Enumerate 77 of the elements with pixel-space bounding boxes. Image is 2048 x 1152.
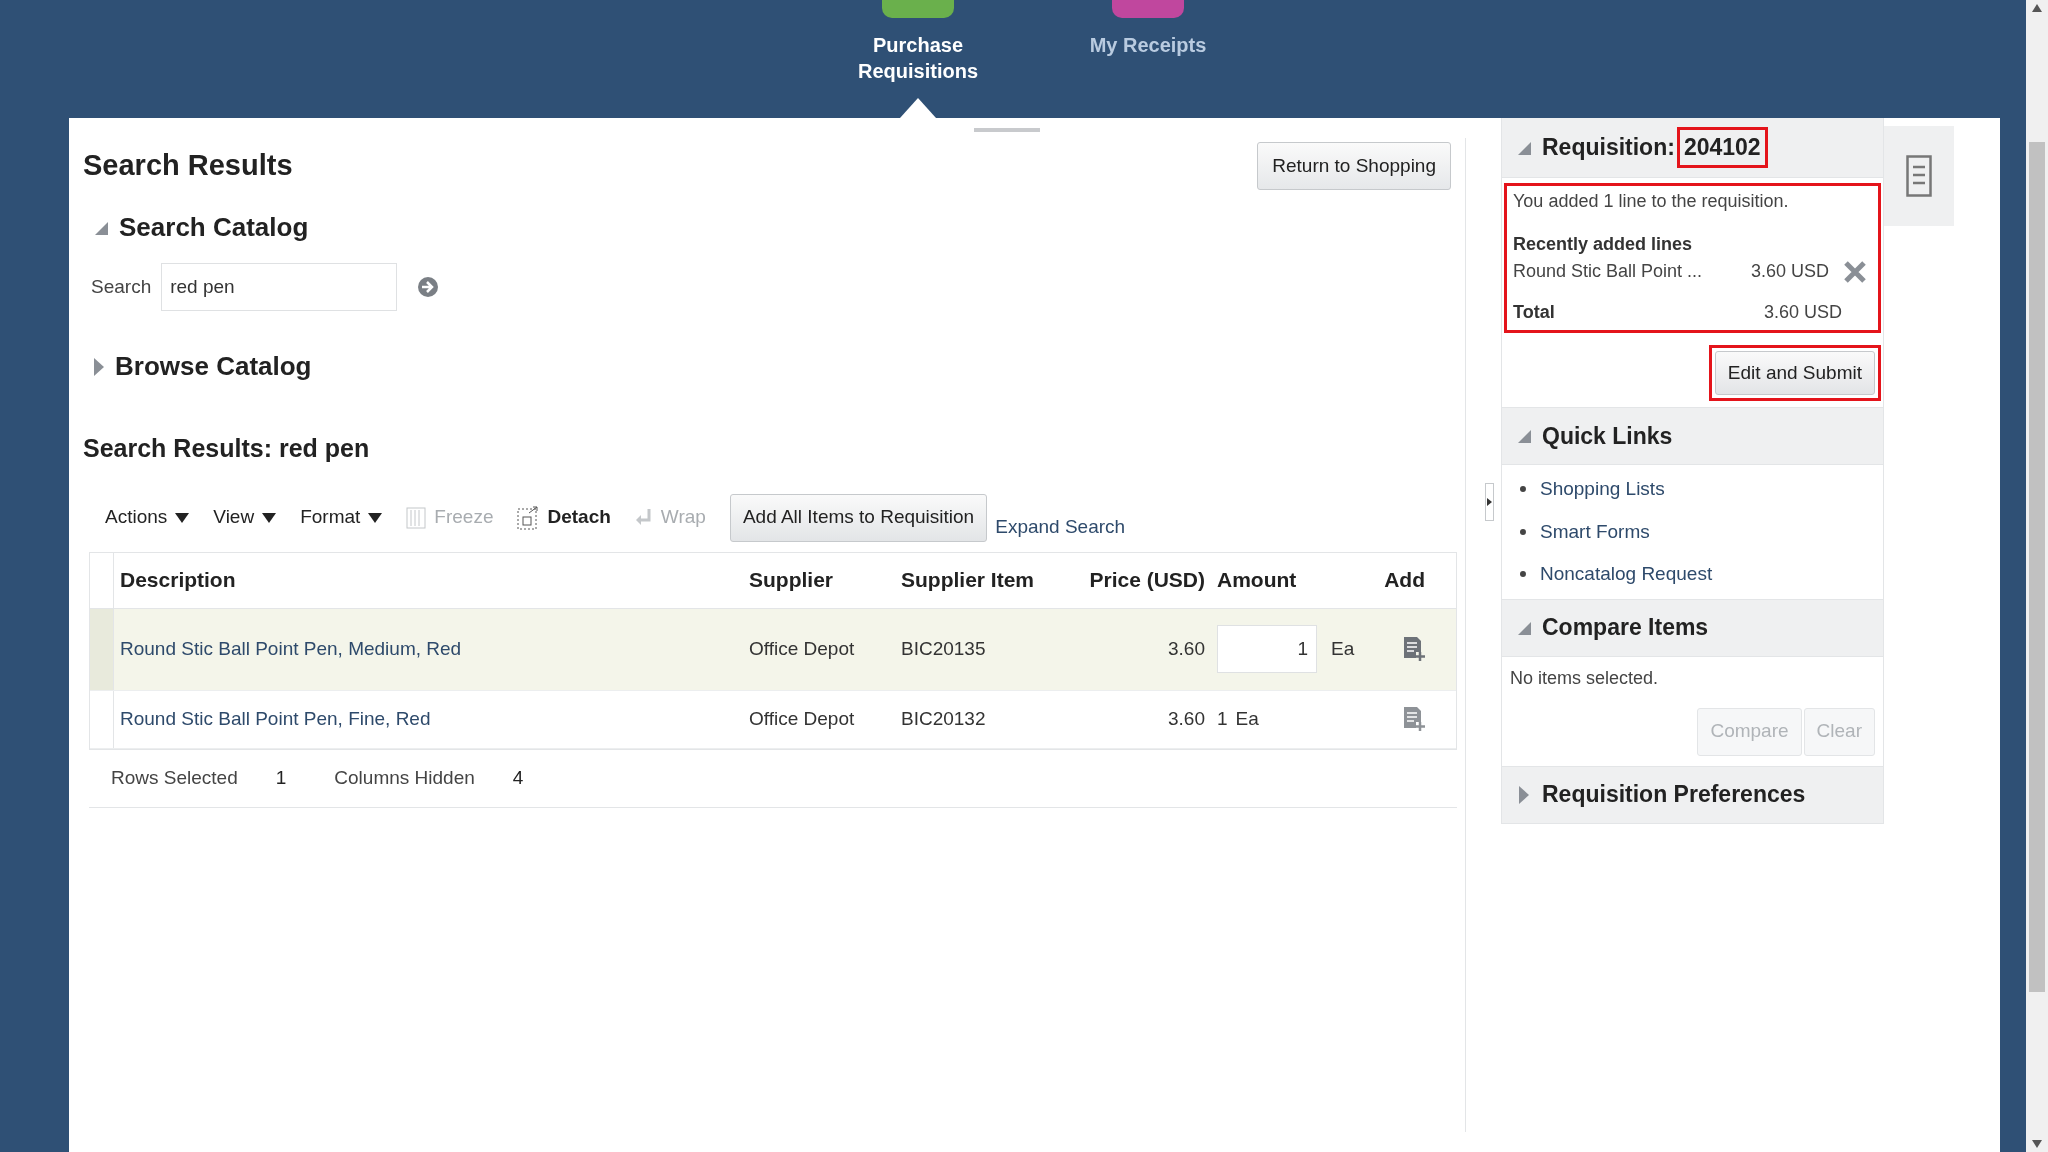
table-row[interactable]: Round Stic Ball Point Pen, Fine, Red Office Depot BIC20132 3.60 1 Ea [90, 690, 1456, 749]
table-cell: Round Stic Ball Point Pen, Medium, Red [120, 637, 462, 659]
quick-link[interactable]: Noncatalog Request [1540, 560, 1713, 589]
total-amount: 3.60 USD [1762, 301, 1842, 324]
menu-button[interactable]: View [213, 503, 277, 532]
requisition-number: 204102 [1676, 127, 1768, 168]
menu-button[interactable]: Format [300, 503, 383, 532]
bullet-icon [1520, 571, 1526, 578]
quick-link[interactable]: Smart Forms [1540, 517, 1650, 546]
section-title: Search Catalog [119, 211, 309, 244]
remove-icon[interactable] [1843, 259, 1867, 284]
table-cell-text: 1 [1217, 706, 1228, 731]
column-header[interactable]: Description [114, 564, 743, 596]
return-button[interactable]: Return to Shopping [1257, 142, 1451, 190]
compare-message: No items selected. [1510, 666, 1660, 690]
expand-icon[interactable] [1518, 784, 1530, 805]
panel-title: Quick Links [1542, 421, 1673, 451]
nav-label: My Receipts [1088, 33, 1208, 58]
table-cell: 3.60 [1168, 707, 1205, 729]
column-header[interactable]: Price (USD) [1081, 564, 1205, 596]
expand-search-link[interactable]: Expand Search [995, 513, 1126, 542]
scroll-down-icon[interactable] [2032, 1140, 2042, 1148]
menu-button[interactable]: Actions [105, 503, 190, 532]
search-label: Search [91, 274, 152, 299]
table-cell: Office Depot [749, 637, 855, 659]
quantity-field[interactable]: 1 [1217, 625, 1317, 673]
bullet-icon [1520, 486, 1526, 493]
table-cell: 3.60 [1168, 637, 1205, 659]
scrollbar[interactable] [2026, 0, 2048, 1152]
panel-title: Requisition Preferences [1542, 780, 1806, 810]
nav-label: Purchase Requisitions [858, 33, 978, 84]
column-header[interactable]: Amount [1205, 564, 1365, 596]
table-cell: Office Depot [749, 707, 855, 729]
results-title: Search Results: red pen [83, 433, 371, 464]
caret-icon [262, 512, 277, 523]
table-cell: Round Stic Ball Point Pen, Fine, Red [120, 707, 431, 729]
table-cell: BIC20132 [901, 707, 986, 729]
toolbar-button[interactable]: Detach [517, 503, 611, 532]
quick-link[interactable]: Shopping Lists [1540, 475, 1665, 504]
drag-handle[interactable] [974, 128, 1040, 132]
column-header[interactable]: Supplier Item [895, 564, 1081, 596]
add-to-cart-icon[interactable] [1403, 706, 1425, 732]
search-field[interactable]: red pen [161, 263, 398, 311]
nav-tile[interactable]: My Receipts [1073, 0, 1223, 118]
table-cell-text: Ea [1331, 636, 1355, 661]
scroll-up-icon[interactable] [2032, 4, 2042, 12]
edit-submit-button[interactable]: Edit and Submit [1714, 351, 1875, 395]
document-icon[interactable] [1906, 155, 1932, 197]
caret-icon [368, 512, 383, 523]
footer-label: Columns Hidden [334, 765, 475, 790]
footer-label: Rows Selected [111, 765, 238, 790]
detach-icon [517, 505, 540, 530]
table-row[interactable]: Round Stic Ball Point Pen, Medium, Red Office Depot BIC20135 3.60 1 Ea [90, 608, 1456, 691]
recent-lines-title: Recently added lines [1513, 233, 1694, 256]
go-icon[interactable] [417, 276, 440, 298]
section-title: Browse Catalog [115, 350, 312, 383]
add-to-cart-icon[interactable] [1403, 636, 1425, 662]
footer-value: 1 [275, 765, 287, 790]
table-cell: BIC20135 [901, 637, 986, 659]
collapse-icon[interactable] [1516, 428, 1532, 444]
add-all-button[interactable]: Add All Items to Requisition [729, 493, 988, 542]
line-name: Round Stic Ball Point ... [1513, 260, 1704, 283]
table-cell-text: Ea [1235, 706, 1259, 731]
footer-value: 4 [512, 765, 524, 790]
collapse-handle[interactable] [1485, 483, 1494, 521]
columns-icon [406, 506, 427, 529]
caret-icon [175, 512, 190, 523]
line-amount: 3.60 USD [1749, 260, 1829, 283]
column-header[interactable]: Add [1365, 564, 1425, 596]
confirmation-message: You added 1 line to the requisition. [1513, 190, 1790, 213]
total-label: Total [1513, 301, 1556, 324]
expand-icon[interactable] [93, 356, 105, 377]
panel-title: Requisition: [1542, 133, 1675, 163]
column-header[interactable]: Supplier [743, 564, 895, 596]
bullet-icon [1520, 528, 1526, 535]
panel-title: Compare Items [1542, 613, 1709, 643]
page-title: Search Results [83, 148, 293, 184]
